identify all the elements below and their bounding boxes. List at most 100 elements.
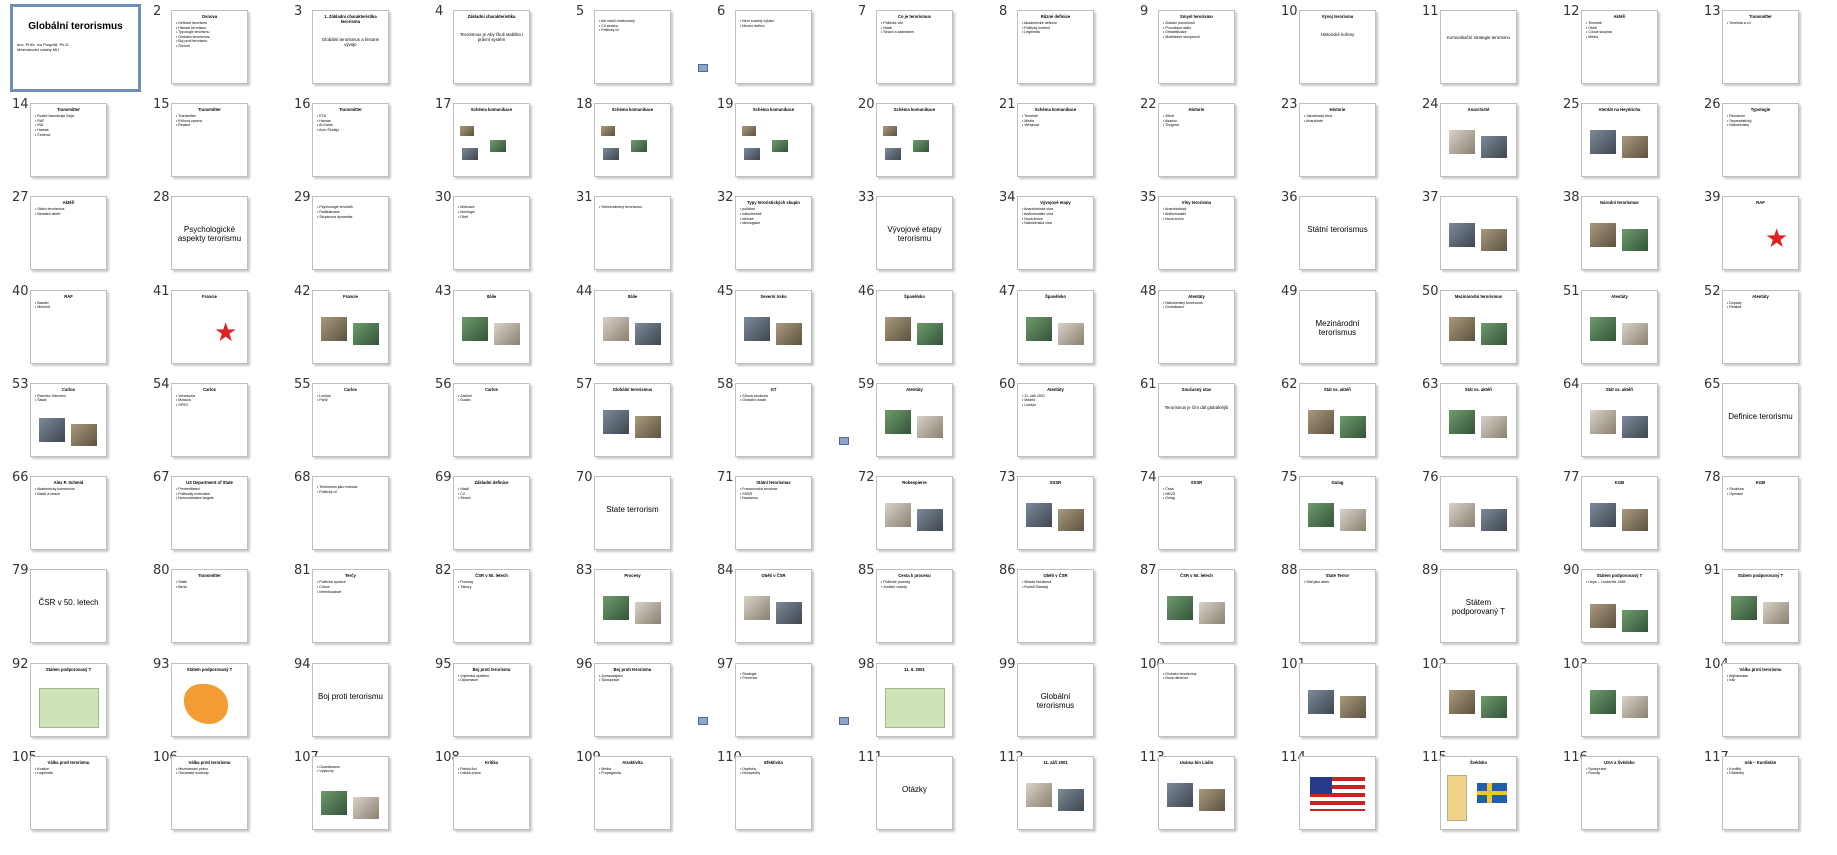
slide-thumbnail[interactable]: ČSR v 50. letech	[30, 569, 107, 644]
slide-thumbnail[interactable]: Globální terorismusNová dimenze	[1157, 662, 1235, 737]
slide-thumbnail[interactable]	[1580, 662, 1658, 737]
slide-thumbnail[interactable]: Stát vs. aktéři	[1298, 382, 1376, 457]
slide-thumbnail[interactable]: Státní terorismusFrancouzská revoluceSSS…	[734, 476, 812, 551]
slide-thumbnail[interactable]: Irák – KurdistánKonfliktDůsledky	[1721, 755, 1799, 830]
slide-thumbnail[interactable]: Schéma komunikaceTeroristéMédiaVeřejnost	[1016, 103, 1094, 178]
slide-thumbnail[interactable]: US Department of StatePremeditatedPoliti…	[170, 476, 248, 551]
slide-thumbnail[interactable]: USA a ŠvédskoSpolupráceRozdíly	[1580, 755, 1658, 830]
slide-thumbnail[interactable]: 1. Základní charakteristika terorismu Glo…	[311, 10, 389, 84]
slide-thumbnail[interactable]: Francie	[311, 289, 389, 364]
slide-thumbnail[interactable]: CarlosVenezuelaMoskvaOPEC	[170, 382, 248, 457]
slide-thumbnail[interactable]: KritikaPatriot ActLidská práva	[452, 755, 530, 830]
slide-thumbnail[interactable]: Státem podporovaný TLibye – Lockerbie 19…	[1580, 569, 1658, 644]
slide-thumbnail[interactable]: AtentátyNáboženský terorismusGlobalizace	[1157, 289, 1235, 364]
slide-thumbnail[interactable]: CarlosZatčeníSúdán	[452, 382, 530, 457]
slide-thumbnail[interactable]: Základní charakteristika Terorismus je Ab…	[452, 10, 530, 84]
slide-thumbnail[interactable]: Boj proti terorismuVojenská opatřeníDipl…	[452, 662, 530, 737]
slide-thumbnail[interactable]: Současný stav Terorismus je čím dál globá…	[1157, 382, 1235, 457]
slide-thumbnail[interactable]: Boj proti terorismuZpravodajstvíSpoluprá…	[593, 662, 671, 737]
slide-thumbnail[interactable]	[1298, 755, 1376, 830]
slide-thumbnail[interactable]: Typy teroristických skupinpolitickénábož…	[734, 196, 812, 271]
slide-thumbnail[interactable]: Schéma komunikace	[452, 103, 530, 178]
slide-thumbnail[interactable]: AktéřiStátní terorismusNestátní aktéři	[30, 196, 107, 271]
slide-thumbnail[interactable]: Psychologie teroristůRadikalizaceSkupino…	[311, 196, 389, 271]
slide-thumbnail[interactable]: SSSRČekaNKVDGulag	[1157, 476, 1235, 551]
slide-thumbnail[interactable]: AktéřiTeroristéObětiCílová skupinaMédia	[1580, 10, 1658, 84]
slide-thumbnail[interactable]: Mezinárodní terorismus	[1439, 289, 1517, 364]
slide-thumbnail[interactable]: Robespierre	[875, 476, 953, 551]
slide-thumbnail[interactable]: Základní definiceNásilíCílStrach	[452, 476, 530, 551]
slide-thumbnail[interactable]: Globální terorismus	[593, 382, 671, 457]
slide-thumbnail[interactable]: TransmitterStalinBeria	[170, 569, 248, 644]
slide-thumbnail[interactable]: Stát vs. aktéři	[1439, 382, 1517, 457]
slide-thumbnail[interactable]: Atentáty	[1580, 289, 1658, 364]
slide-thumbnail[interactable]: KGB	[1580, 476, 1658, 551]
slide-thumbnail[interactable]: Různé definiceAkademické definicePolitic…	[1016, 10, 1094, 84]
slide-thumbnail[interactable]: Válka proti terorismuKoaliceLegitimita	[30, 755, 107, 830]
slide-thumbnail[interactable]: Transmitter Terorista a cíl	[1721, 10, 1799, 84]
slide-thumbnail[interactable]: RAFBaaderMeinhof	[30, 289, 107, 364]
slide-thumbnail[interactable]: KGBStrukturaOperace	[1721, 476, 1799, 551]
slide-thumbnail[interactable]: Schéma komunikace	[875, 103, 953, 178]
slide-thumbnail[interactable]: Státem podporovaný T	[170, 662, 248, 737]
slide-thumbnail[interactable]: MotivaceIdeologieOběť	[452, 196, 530, 271]
slide-thumbnail[interactable]: Terorismus jako metodaPolitický cíl	[311, 476, 389, 551]
slide-thumbnail[interactable]: Oběti v ČSRMilada HorákováRudolf Slánský	[1016, 569, 1094, 644]
slide-thumbnail[interactable]: TransmitterTransmitterKlíčová zprávaReak…	[170, 103, 248, 178]
sound-icon[interactable]	[697, 64, 708, 72]
slide-thumbnail[interactable]: ČSR v 50. letech	[1157, 569, 1235, 644]
slide-thumbnail[interactable]: Cesta k procesuPolitické procesyJustiční…	[875, 569, 953, 644]
slide-thumbnail[interactable]: Akt násilí motivovanýCíl strachuPolitick…	[593, 10, 671, 84]
slide-thumbnail[interactable]	[1439, 196, 1517, 271]
slide-thumbnail[interactable]: Boj proti terorismu	[311, 662, 389, 737]
slide-thumbnail[interactable]: Španělsko	[875, 289, 953, 364]
slide-thumbnail[interactable]: Státem podporovaný T	[30, 662, 107, 737]
slide-thumbnail[interactable]: Vývoj terorismu Historické kořeny	[1298, 10, 1376, 84]
slide-thumbnail[interactable]: Atentáty11. září 2001MadridLondýn	[1016, 382, 1094, 457]
slide-thumbnail[interactable]: Státní terorismus	[1298, 196, 1376, 271]
slide-thumbnail[interactable]: Vývojové etapyAnarchistická vlnaAntikolo…	[1016, 196, 1094, 271]
slide-thumbnail[interactable]: 11. 9. 2001	[875, 662, 953, 737]
sound-icon[interactable]	[838, 436, 849, 445]
slide-thumbnail[interactable]: TerčyPolitická opoziceCírkveIntelektuálo…	[311, 569, 389, 644]
slide-thumbnail[interactable]: AtentátyDopadyReakce	[1721, 289, 1799, 364]
slide-thumbnail[interactable]: Atentát na Heydricha	[1580, 103, 1658, 178]
slide-thumbnail[interactable]: Alex P. SchmidAkademický konsenzusNásilí…	[30, 476, 107, 551]
slide-thumbnail[interactable]: Sebevražedný terorismus	[593, 196, 671, 271]
slide-thumbnail[interactable]: Globální terorismus doc. PhDr. Ivo Pospíš…	[10, 4, 141, 92]
slide-thumbnail[interactable]: TransmitterRuské Narodnaja VoljaRAFIRAHa…	[30, 103, 107, 178]
slide-thumbnail[interactable]: Schéma komunikace	[734, 103, 812, 178]
slide-thumbnail[interactable]: Státem podporovaný T	[1439, 569, 1517, 644]
slide-thumbnail[interactable]: Oběti v ČSR	[734, 569, 812, 644]
slide-thumbnail[interactable]: Smysl terorismuZískání pozornostiProvoka…	[1157, 10, 1235, 84]
slide-thumbnail[interactable]: StrategiePrevence	[734, 662, 812, 737]
slide-thumbnail[interactable]: AtraktivitaMédiaPropaganda	[593, 755, 671, 830]
slide-thumbnail[interactable]: TypologieRevolučníSeparatistickýNábožens…	[1721, 103, 1799, 178]
slide-thumbnail[interactable]: State terrorism	[593, 476, 671, 551]
slide-thumbnail[interactable]: Komunikační strategie terorismu	[1439, 10, 1517, 84]
slide-thumbnail[interactable]: SSSR	[1016, 476, 1094, 551]
sound-icon[interactable]	[697, 716, 708, 725]
slide-thumbnail[interactable]: Španělsko	[1016, 289, 1094, 364]
slide-thumbnail[interactable]: Francie ★	[170, 289, 248, 364]
slide-thumbnail[interactable]: Státem podporovaný T	[1721, 569, 1799, 644]
slide-thumbnail[interactable]: Procesy	[593, 569, 671, 644]
slide-thumbnail[interactable]: CarlosLondýnPaříž	[311, 382, 389, 457]
slide-thumbnail[interactable]: TransmitterETAHamásAl-KáidaAum Šinrikjó	[311, 103, 389, 178]
slide-thumbnail[interactable]: Definice terorismu	[1721, 382, 1799, 457]
slide-thumbnail[interactable]	[1298, 662, 1376, 737]
slide-thumbnail[interactable]: RAF ★	[1721, 196, 1799, 271]
slide-thumbnail[interactable]: Vlny terorismuAnarchistickáAntikoloniáln…	[1157, 196, 1235, 271]
slide-thumbnail[interactable]: Válka proti terorismuAfghánistánIrák	[1721, 662, 1799, 737]
slide-thumbnail[interactable]: Mezinárodní terorismus	[1298, 289, 1376, 364]
slide-thumbnail[interactable]: HistorieZélotiAsasíniThugové	[1157, 103, 1235, 178]
slide-thumbnail[interactable]: Psychologické aspekty terorismu	[170, 196, 248, 271]
slide-thumbnail[interactable]: Severní Irsko	[734, 289, 812, 364]
sound-icon[interactable]	[838, 716, 849, 725]
slide-thumbnail[interactable]	[1439, 662, 1517, 737]
slide-thumbnail[interactable]: Usáma bin Ládin	[1157, 755, 1235, 830]
slide-thumbnail[interactable]: Otázky	[875, 755, 953, 830]
slide-thumbnail[interactable]: GTSíťová strukturaGlobální dosah	[734, 382, 812, 457]
slide-thumbnail[interactable]: Válka proti terorismuMezinárodní právoOb…	[170, 755, 248, 830]
slide-thumbnail[interactable]: OsnovaDefinice terorismuHistorie teroris…	[170, 10, 248, 84]
